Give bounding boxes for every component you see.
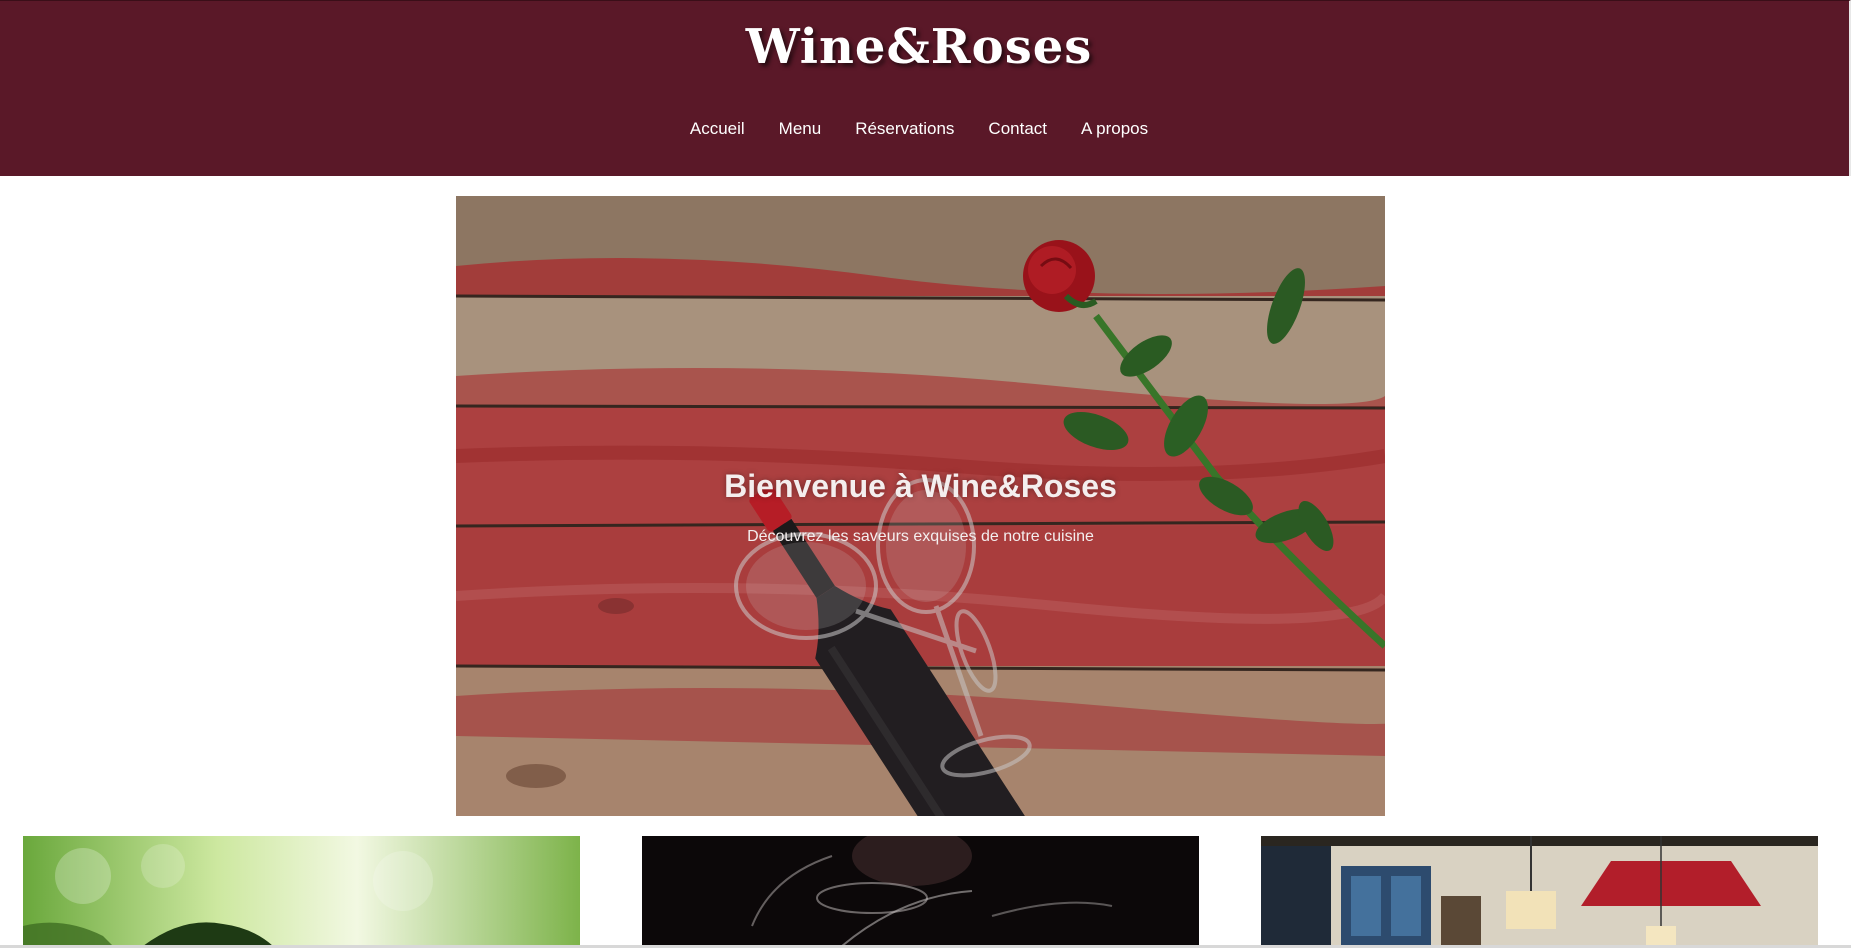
hero-banner: Bienvenue à Wine&Roses Découvrez les sav… xyxy=(456,196,1385,816)
hero-overlay xyxy=(456,196,1385,816)
nav-link-a-propos[interactable]: A propos xyxy=(1081,119,1148,139)
wine-toast-image xyxy=(642,836,1199,946)
site-logo-title[interactable]: Wine&Roses xyxy=(0,19,1838,75)
site-header: Wine&Roses Accueil Menu Réservations Con… xyxy=(0,0,1851,176)
nav-link-menu[interactable]: Menu xyxy=(779,119,822,139)
page: Wine&Roses Accueil Menu Réservations Con… xyxy=(0,0,1851,948)
nav-link-contact[interactable]: Contact xyxy=(988,119,1047,139)
feature-card-vineyard[interactable] xyxy=(23,836,580,946)
nav-link-reservations[interactable]: Réservations xyxy=(855,119,954,139)
vineyard-image xyxy=(23,836,580,946)
feature-card-toast[interactable] xyxy=(642,836,1199,946)
hero-subtitle: Découvrez les saveurs exquises de notre … xyxy=(747,528,1094,545)
feature-card-interior[interactable] xyxy=(1261,836,1818,946)
restaurant-interior-image xyxy=(1261,836,1818,946)
hero-title: Bienvenue à Wine&Roses xyxy=(724,468,1117,504)
nav-link-accueil[interactable]: Accueil xyxy=(690,119,745,139)
main-nav: Accueil Menu Réservations Contact A prop… xyxy=(0,119,1838,139)
